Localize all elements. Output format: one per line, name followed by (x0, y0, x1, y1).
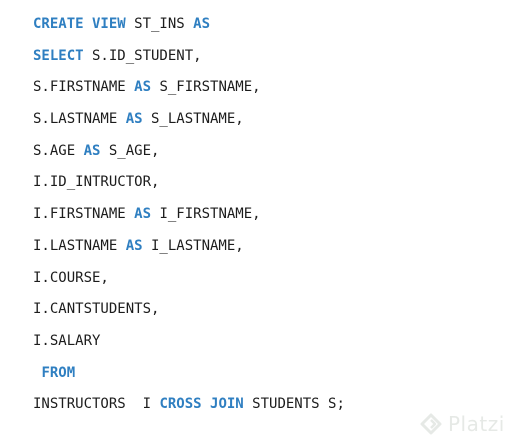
code-token: I_LASTNAME, (142, 237, 244, 254)
code-token: S_LASTNAME, (142, 111, 244, 128)
code-token: I.FIRSTNAME (33, 206, 135, 223)
code-token: S_AGE, (100, 142, 160, 159)
sql-keyword: AS (134, 79, 152, 96)
sql-keyword: AS (134, 206, 152, 223)
code-token: INSTRUCTORS I (33, 396, 160, 413)
code-line: CREATE VIEW ST_INS AS (33, 12, 345, 44)
sql-keyword: AS (125, 111, 143, 128)
code-line: INSTRUCTORS I CROSS JOIN STUDENTS S; (33, 392, 345, 424)
code-token: I.LASTNAME (33, 237, 126, 254)
sql-keyword: SELECT (33, 47, 84, 64)
code-line: SELECT S.ID_STUDENT, (33, 44, 345, 76)
sql-keyword: FROM (41, 364, 76, 381)
code-line: I.COURSE, (33, 266, 345, 298)
code-line: I.FIRSTNAME AS I_FIRSTNAME, (33, 202, 345, 234)
code-line: I.LASTNAME AS I_LASTNAME, (33, 234, 345, 266)
code-token: S.FIRSTNAME (33, 79, 135, 96)
platzi-watermark: Platzi (420, 412, 505, 436)
code-token: ST_INS (125, 16, 194, 32)
sql-keyword: AS (193, 16, 211, 32)
sql-code-block: CREATE VIEW ST_INS AS SELECT S.ID_STUDENT… (33, 12, 345, 424)
code-token: S.LASTNAME (33, 111, 126, 128)
sql-keyword: AS (125, 237, 143, 254)
watermark-text: Platzi (448, 412, 505, 436)
code-line: I.SALARY (33, 329, 345, 361)
code-line: S.LASTNAME AS S_LASTNAME, (33, 107, 345, 139)
code-line: S.FIRSTNAME AS S_FIRSTNAME, (33, 75, 345, 107)
code-token: I_FIRSTNAME, (151, 206, 261, 223)
code-token: S.AGE (33, 142, 84, 159)
code-line: FROM (33, 361, 345, 393)
code-token: I.COURSE, (33, 269, 109, 286)
code-line: S.AGE AS S_AGE, (33, 139, 345, 171)
code-token: I.SALARY (33, 332, 101, 349)
sql-keyword: CREATE VIEW (33, 16, 126, 32)
code-token: I.ID_INTRUCTOR, (33, 174, 160, 191)
code-token: S_FIRSTNAME, (151, 79, 261, 96)
code-token: S.ID_STUDENT, (83, 47, 202, 64)
sql-keyword: AS (83, 142, 101, 159)
code-token: STUDENTS S; (243, 396, 345, 413)
platzi-logo-icon (420, 413, 442, 435)
code-line: I.CANTSTUDENTS, (33, 297, 345, 329)
code-line: I.ID_INTRUCTOR, (33, 170, 345, 202)
sql-keyword: CROSS JOIN (159, 396, 244, 413)
sql-code-panel: CREATE VIEW ST_INS AS SELECT S.ID_STUDENT… (0, 0, 510, 447)
code-token: I.CANTSTUDENTS, (33, 301, 160, 318)
